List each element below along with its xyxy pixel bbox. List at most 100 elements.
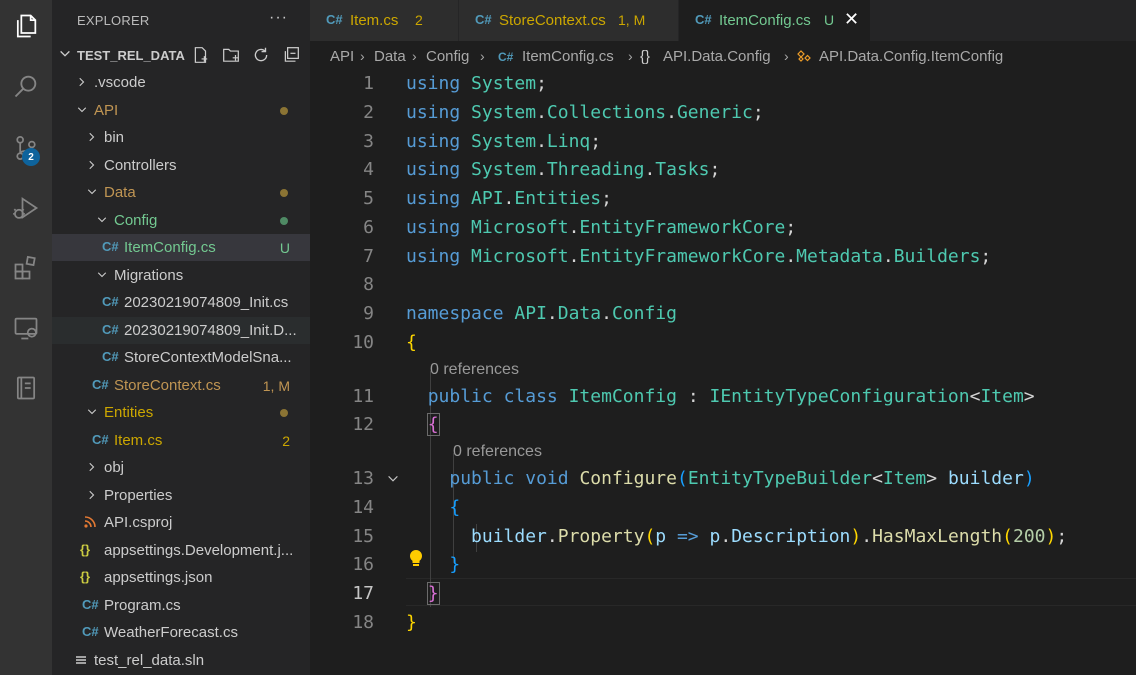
tree-file-model-snapshot[interactable]: C# StoreContextModelSna... <box>52 344 310 371</box>
line-number: 4 <box>363 159 374 180</box>
tree-label: Item.cs <box>114 432 163 449</box>
tree-label: Migrations <box>114 267 184 284</box>
breadcrumb-item[interactable]: ItemConfig.cs <box>522 48 614 65</box>
untracked-dot-icon <box>280 217 288 225</box>
codelens-references[interactable]: 0 references <box>430 360 519 380</box>
tree-folder-controllers[interactable]: Controllers <box>52 152 310 179</box>
breadcrumb-item[interactable]: Config <box>426 48 469 65</box>
tree-status: U <box>279 240 290 256</box>
tree-label: Config <box>114 212 158 229</box>
tree-file-program[interactable]: C# Program.cs <box>52 592 310 619</box>
extensions-icon[interactable] <box>0 244 52 292</box>
code-editor[interactable]: 1 2 3 4 5 6 7 8 9 10 11 12 13 14 15 16 1… <box>310 71 1136 675</box>
chevron-right-icon: › <box>784 48 789 64</box>
activity-bar: 2 <box>0 0 52 675</box>
chevron-right-icon: › <box>412 48 417 64</box>
line-number: 9 <box>363 303 374 324</box>
line-number: 6 <box>363 217 374 238</box>
code-line: { <box>449 497 461 518</box>
collapse-all-icon[interactable] <box>282 46 302 66</box>
code-line: { <box>406 332 417 353</box>
code-line: using Microsoft.EntityFrameworkCore.Meta… <box>406 246 992 267</box>
explorer-icon[interactable] <box>0 2 52 50</box>
tree-label: appsettings.Development.j... <box>104 542 294 559</box>
notebook-icon[interactable] <box>0 364 52 412</box>
code-line: using System.Linq; <box>406 131 602 152</box>
close-icon[interactable]: ✕ <box>844 9 859 30</box>
tab-itemconfig-cs[interactable]: C# ItemConfig.cs U ✕ <box>679 0 871 41</box>
namespace-icon: {} <box>640 48 651 65</box>
code-line: builder.Property(p => p.Description).Has… <box>471 526 1068 547</box>
code-line: using System.Threading.Tasks; <box>406 159 721 180</box>
breadcrumb-item[interactable]: API.Data.Config.ItemConfig <box>819 48 1003 65</box>
explorer-header: EXPLORER ··· <box>52 0 310 40</box>
fold-chevron-icon[interactable] <box>386 472 400 486</box>
tree-label: StoreContext.cs <box>114 377 221 394</box>
tab-label: Item.cs <box>350 12 399 29</box>
class-icon <box>796 49 812 69</box>
tree-folder-obj[interactable]: obj <box>52 454 310 481</box>
tree-file-item[interactable]: C# Item.cs 2 <box>52 427 310 454</box>
csharp-file-icon: C# <box>102 322 119 337</box>
tree-file-migration-init[interactable]: C# 20230219074809_Init.cs <box>52 289 310 316</box>
workspace-name: TEST_REL_DATA <box>77 48 185 63</box>
tree-folder-api[interactable]: API <box>52 97 310 124</box>
code-line: { <box>426 413 440 436</box>
tree-folder-vscode[interactable]: .vscode <box>52 69 310 96</box>
tree-folder-data[interactable]: Data <box>52 179 310 206</box>
remote-explorer-icon[interactable] <box>0 304 52 352</box>
tree-file-itemconfig[interactable]: C# ItemConfig.cs U <box>52 234 310 261</box>
line-number: 15 <box>352 526 374 547</box>
tree-folder-entities[interactable]: Entities <box>52 399 310 426</box>
csharp-file-icon: C# <box>92 432 109 447</box>
csharp-file-icon: C# <box>102 349 119 364</box>
chevron-right-icon: › <box>628 48 633 64</box>
tab-item-cs[interactable]: C# Item.cs 2 <box>310 0 459 41</box>
line-number: 7 <box>363 246 374 267</box>
codelens-references[interactable]: 0 references <box>453 442 542 462</box>
source-control-badge: 2 <box>22 148 40 166</box>
tree-file-solution[interactable]: test_rel_data.sln <box>52 647 310 674</box>
line-number: 12 <box>352 414 374 435</box>
more-actions-icon[interactable]: ··· <box>269 9 288 27</box>
refresh-icon[interactable] <box>252 46 272 66</box>
tab-label: StoreContext.cs <box>499 12 606 29</box>
tree-file-appsettings[interactable]: {} appsettings.json <box>52 564 310 591</box>
tree-file-weatherforecast[interactable]: C# WeatherForecast.cs <box>52 619 310 646</box>
tree-folder-bin[interactable]: bin <box>52 124 310 151</box>
tree-folder-migrations[interactable]: Migrations <box>52 262 310 289</box>
new-folder-icon[interactable] <box>222 46 242 66</box>
search-icon[interactable] <box>0 62 52 110</box>
run-debug-icon[interactable] <box>0 184 52 232</box>
new-file-icon[interactable] <box>192 46 212 66</box>
tree-file-storecontext[interactable]: C# StoreContext.cs 1, M <box>52 372 310 399</box>
tab-status: 1, M <box>618 12 646 28</box>
tree-status: 1, M <box>262 378 290 394</box>
workspace-header[interactable]: TEST_REL_DATA <box>52 42 310 69</box>
tree-file-appsettings-dev[interactable]: {} appsettings.Development.j... <box>52 537 310 564</box>
csharp-file-icon: C# <box>102 294 119 309</box>
tree-folder-config[interactable]: Config <box>52 207 310 234</box>
line-number: 1 <box>363 73 374 94</box>
line-number: 16 <box>352 554 374 575</box>
editor-tabs: C# Item.cs 2 C# StoreContext.cs 1, M C# … <box>310 0 1136 41</box>
tree-file-migration-designer[interactable]: C# 20230219074809_Init.D... <box>52 317 310 344</box>
chevron-down-icon <box>77 107 87 113</box>
chevron-right-icon <box>89 490 95 500</box>
breadcrumb-item[interactable]: API <box>330 48 354 65</box>
source-control-icon[interactable]: 2 <box>0 124 52 172</box>
modified-dot-icon <box>280 189 288 197</box>
code-line: } <box>426 582 440 605</box>
tree-file-csproj[interactable]: API.csproj <box>52 509 310 536</box>
code-line: public void Configure(EntityTypeBuilder<… <box>449 468 1035 489</box>
tree-folder-properties[interactable]: Properties <box>52 482 310 509</box>
tab-status: 2 <box>415 12 423 28</box>
breadcrumb-item[interactable]: API.Data.Config <box>663 48 771 65</box>
tab-storecontext-cs[interactable]: C# StoreContext.cs 1, M <box>459 0 679 41</box>
csharp-file-icon: C# <box>82 597 99 612</box>
code-line: using System; <box>406 73 547 94</box>
line-number: 3 <box>363 131 374 152</box>
current-line-highlight <box>406 578 1136 606</box>
solution-file-icon <box>74 651 88 672</box>
breadcrumb-item[interactable]: Data <box>374 48 406 65</box>
